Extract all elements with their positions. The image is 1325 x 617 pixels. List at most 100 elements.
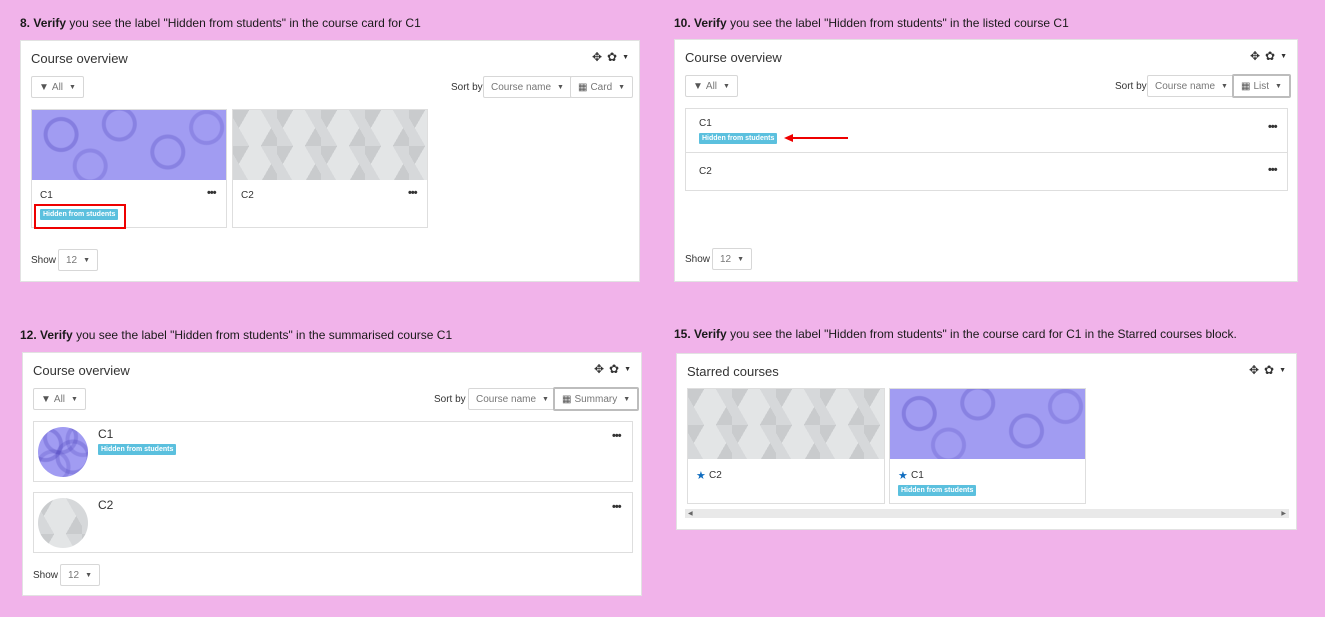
panel-title: Course overview — [33, 363, 130, 378]
summary-item-c1[interactable]: C1 Hidden from students ••• — [33, 421, 633, 482]
chevron-down-icon: ▼ — [737, 255, 745, 263]
sort-by-label: Sort by — [451, 82, 483, 93]
view-dropdown[interactable]: ▦ Summary ▼ — [553, 387, 640, 411]
course-card-c1[interactable]: C1 ••• Hidden from students — [31, 109, 227, 229]
course-menu-button[interactable]: ••• — [1268, 121, 1278, 133]
gear-icon[interactable]: ✿ — [1264, 363, 1274, 377]
course-name[interactable]: C2 — [98, 498, 113, 512]
sort-dropdown[interactable]: Course name ▼ — [1147, 75, 1236, 97]
show-label: Show — [685, 254, 711, 265]
list-item-c2[interactable]: C2 ••• — [685, 152, 1288, 191]
panel-title: Starred courses — [687, 364, 779, 379]
block-controls: ✥ ✿ ▼ — [592, 50, 629, 64]
arrow-line — [792, 137, 848, 139]
course-image — [38, 427, 88, 477]
chevron-down-icon: ▼ — [1275, 82, 1282, 90]
hidden-badge: Hidden from students — [98, 444, 177, 455]
chevron-down-icon: ▼ — [557, 83, 564, 91]
course-name[interactable]: C1 — [98, 427, 113, 441]
grid-icon: ▦ — [578, 81, 588, 93]
course-image — [38, 498, 88, 548]
filter-all-button[interactable]: ▼ All ▼ — [685, 75, 738, 97]
course-name[interactable]: C2 — [241, 190, 254, 201]
chevron-down-icon: ▼ — [1221, 82, 1228, 90]
move-icon[interactable]: ✥ — [594, 362, 604, 376]
block-controls: ✥ ✿ ▼ — [1250, 49, 1287, 63]
block-controls: ✥ ✿ ▼ — [1249, 363, 1286, 377]
view-dropdown[interactable]: ▦ List ▼ — [1232, 74, 1291, 98]
chevron-down-icon[interactable]: ▼ — [624, 366, 631, 373]
filter-all-button[interactable]: ▼ All ▼ — [31, 76, 84, 98]
course-card-c2[interactable]: C2 ••• — [232, 109, 428, 228]
chevron-down-icon: ▼ — [623, 395, 631, 403]
course-image — [688, 389, 884, 459]
list-item-c1[interactable]: C1 Hidden from students ••• — [685, 108, 1288, 153]
course-overview-summary-panel: Course overview ✥ ✿ ▼ ▼ All ▼ Sort by Cour… — [22, 352, 642, 596]
scroll-left-icon[interactable]: ◀ — [688, 510, 693, 517]
course-name[interactable]: C2 — [709, 470, 722, 481]
horizontal-scrollbar[interactable]: ◀ ▶ — [685, 509, 1289, 518]
highlight-box — [34, 204, 126, 229]
sort-dropdown[interactable]: Course name ▼ — [468, 388, 557, 410]
course-name[interactable]: C2 — [699, 166, 712, 177]
panel-title: Course overview — [685, 50, 782, 65]
show-label: Show — [31, 255, 57, 266]
filter-all-button[interactable]: ▼ All ▼ — [33, 388, 86, 410]
move-icon[interactable]: ✥ — [1250, 49, 1260, 63]
chevron-down-icon: ▼ — [618, 83, 626, 91]
sort-by-label: Sort by — [434, 394, 466, 405]
view-dropdown[interactable]: ▦ Card ▼ — [570, 76, 634, 98]
caption-step-10: 10. Verify you see the label "Hidden fro… — [674, 16, 1069, 30]
chevron-down-icon: ▼ — [723, 82, 730, 90]
course-image — [890, 389, 1085, 459]
chevron-down-icon[interactable]: ▼ — [1279, 367, 1286, 374]
hidden-badge: Hidden from students — [898, 485, 977, 496]
chevron-down-icon[interactable]: ▼ — [1280, 53, 1287, 60]
show-count-dropdown[interactable]: 12 ▼ — [60, 564, 101, 586]
chevron-down-icon: ▼ — [85, 571, 93, 579]
caption-step-8: 8. Verify you see the label "Hidden from… — [20, 16, 421, 30]
scroll-right-icon[interactable]: ▶ — [1281, 510, 1286, 517]
course-name[interactable]: C1 — [40, 190, 53, 201]
chevron-down-icon: ▼ — [83, 256, 91, 264]
course-name[interactable]: C1 — [699, 118, 712, 129]
show-count-dropdown[interactable]: 12 ▼ — [712, 248, 753, 270]
course-image — [233, 110, 427, 180]
course-overview-list-panel: Course overview ✥ ✿ ▼ ▼ All ▼ Sort by Cour… — [674, 39, 1298, 282]
starred-card-c1[interactable]: ★ C1 Hidden from students — [889, 388, 1086, 504]
course-image — [32, 110, 226, 180]
filter-icon: ▼ — [693, 80, 703, 92]
course-overview-card-panel: Course overview ✥ ✿ ▼ ▼ All ▼ Sort by Cour… — [20, 40, 640, 282]
grid-icon: ▦ — [1241, 80, 1251, 92]
gear-icon[interactable]: ✿ — [607, 50, 617, 64]
panel-title: Course overview — [31, 51, 128, 66]
chevron-down-icon: ▼ — [71, 395, 78, 403]
gear-icon[interactable]: ✿ — [1265, 49, 1275, 63]
sort-by-label: Sort by — [1115, 81, 1147, 92]
move-icon[interactable]: ✥ — [592, 50, 602, 64]
grid-icon: ▦ — [562, 393, 572, 405]
sort-dropdown[interactable]: Course name ▼ — [483, 76, 572, 98]
star-icon: ★ — [898, 470, 908, 482]
move-icon[interactable]: ✥ — [1249, 363, 1259, 377]
hidden-badge: Hidden from students — [699, 133, 778, 144]
course-menu-button[interactable]: ••• — [408, 187, 418, 199]
chevron-down-icon: ▼ — [542, 395, 549, 403]
chevron-down-icon[interactable]: ▼ — [622, 54, 629, 61]
show-count-dropdown[interactable]: 12 ▼ — [58, 249, 99, 271]
filter-icon: ▼ — [41, 393, 51, 405]
course-menu-button[interactable]: ••• — [207, 187, 217, 199]
show-label: Show — [33, 570, 59, 581]
course-name[interactable]: C1 — [911, 470, 924, 481]
caption-step-12: 12. Verify you see the label "Hidden fro… — [20, 328, 453, 342]
filter-icon: ▼ — [39, 81, 49, 93]
summary-item-c2[interactable]: C2 ••• — [33, 492, 633, 553]
course-menu-button[interactable]: ••• — [612, 501, 622, 513]
starred-courses-panel: Starred courses ✥ ✿ ▼ ★ C2 ★ C1 Hidden f… — [676, 353, 1297, 530]
gear-icon[interactable]: ✿ — [609, 362, 619, 376]
starred-card-c2[interactable]: ★ C2 — [687, 388, 885, 504]
caption-step-15: 15. Verify you see the label "Hidden fro… — [674, 327, 1237, 341]
course-menu-button[interactable]: ••• — [612, 430, 622, 442]
course-menu-button[interactable]: ••• — [1268, 164, 1278, 176]
block-controls: ✥ ✿ ▼ — [594, 362, 631, 376]
